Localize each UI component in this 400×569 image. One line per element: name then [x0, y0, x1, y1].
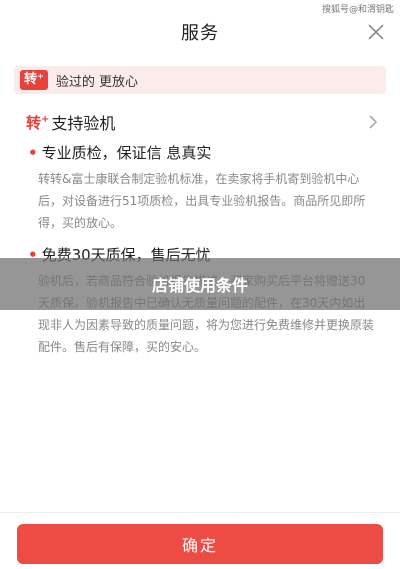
caption-overlay: 店铺使用条件 — [0, 258, 400, 310]
confirm-button[interactable]: 确定 — [17, 524, 383, 564]
service-card-header[interactable]: 转+ 支持验机 — [26, 110, 380, 134]
close-icon[interactable] — [366, 22, 386, 42]
section-heading-quality: • 专业质检，保证信 息真实 — [28, 142, 211, 163]
banner-text: 验过的 更放心 — [55, 74, 139, 90]
zhuan-logo-plus: + — [41, 113, 50, 125]
bullet-icon: • — [28, 144, 38, 162]
footer-divider — [0, 512, 400, 513]
zhuan-logo-icon: 转+ — [26, 112, 49, 133]
section-body-quality: 转转&富士康联合制定验机标准，在卖家将手机寄到验机中心后，对设备进行51项质检，… — [38, 172, 366, 230]
overlay-caption: 店铺使用条件 — [151, 276, 248, 295]
zhuan-badge-icon: 转⁺ — [20, 70, 48, 90]
verified-banner: 转⁺ 验过的 更放心 — [14, 66, 386, 94]
chevron-right-icon[interactable] — [366, 112, 380, 132]
page-title: 服务 — [181, 23, 219, 44]
section-heading-text: 专业质检，保证信 息真实 — [41, 144, 212, 162]
card-title: 支持验机 — [51, 114, 116, 133]
modal-header: 服务 — [0, 0, 400, 64]
zhuan-logo-text: 转 — [26, 113, 42, 132]
